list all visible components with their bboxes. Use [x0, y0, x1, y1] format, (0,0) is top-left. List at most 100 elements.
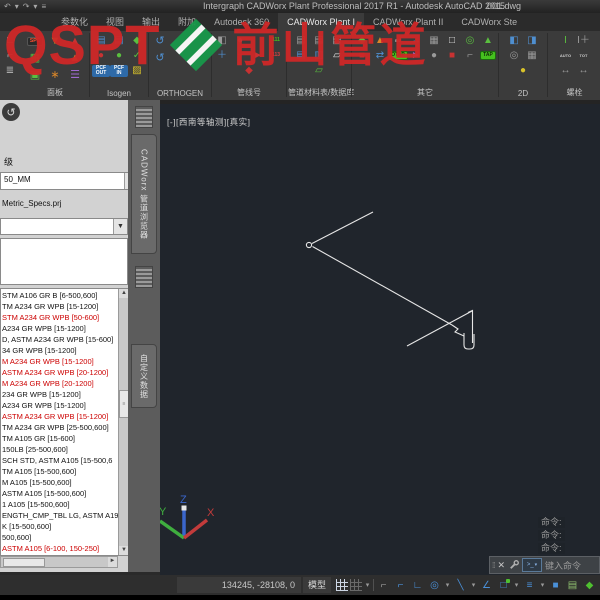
stop-light-icon[interactable]: ●: [92, 48, 110, 63]
sliders-icon[interactable]: ☰: [65, 67, 85, 84]
description-box[interactable]: [0, 238, 128, 285]
ortho-icon[interactable]: ∟: [410, 578, 425, 593]
edit-doc-icon[interactable]: ▱: [328, 48, 346, 63]
spec-list-item[interactable]: 234 GR WPB [15-1200]: [2, 389, 118, 400]
isogen-map-icon[interactable]: ◆: [128, 33, 146, 48]
spec-list-item[interactable]: ASTM A234 GR WPB [20-1200]: [2, 367, 118, 378]
spec-list-item[interactable]: STM A234 GR WPB [50-600]: [2, 312, 118, 323]
go-light-icon[interactable]: ●: [110, 48, 128, 63]
spec-list-item[interactable]: ENGTH_CMP_TBL LG, ASTM A193: [2, 510, 118, 521]
spec-list-item[interactable]: K [15-500,600]: [2, 521, 118, 532]
spec-list-item[interactable]: SCH STD, ASTM A105 [15-500,6: [2, 455, 118, 466]
tab-addins[interactable]: 附加: [169, 13, 205, 31]
model-space-button[interactable]: 模型: [303, 577, 332, 593]
tab-cadworx-plant-1[interactable]: CADWorx Plant I: [278, 13, 364, 31]
spec-list-item[interactable]: ASTM A105 [15-500,600]: [2, 488, 118, 499]
isogen-file2-icon[interactable]: ▤: [110, 33, 128, 48]
spec-list-item[interactable]: 34 GR WPB [15-1200]: [2, 345, 118, 356]
tab-output[interactable]: 输出: [133, 13, 169, 31]
redo-dropdown-icon[interactable]: ▾: [33, 0, 37, 13]
isometric-drafting-icon[interactable]: ╲: [453, 578, 468, 593]
add-line-icon[interactable]: ＋: [213, 48, 231, 63]
chevron-down-icon[interactable]: ▾: [513, 578, 520, 593]
spec-list-item[interactable]: TM A234 GR WPB [15-1200]: [2, 301, 118, 312]
pcf-out-icon[interactable]: PCF OUT: [92, 63, 110, 78]
redo-icon[interactable]: ↷: [23, 0, 30, 13]
figure-icon[interactable]: ▲: [371, 33, 389, 48]
cone-icon[interactable]: ▲: [65, 50, 85, 67]
hatch-icon[interactable]: ▦: [523, 48, 541, 63]
copy-2d-alt-icon[interactable]: ◨: [523, 33, 541, 48]
spec-dropdown[interactable]: 50_MM ▼: [0, 172, 139, 190]
bom-table-icon[interactable]: ▤: [292, 33, 310, 48]
target-icon[interactable]: ◎: [461, 33, 479, 48]
lineweight-icon[interactable]: ≡: [522, 578, 537, 593]
spec-list-item[interactable]: M A234 GR WPB [20-1200]: [2, 378, 118, 389]
dice-plus-icon[interactable]: ■: [353, 48, 371, 63]
bom-table3-icon[interactable]: ▤: [328, 33, 346, 48]
chevron-down-icon[interactable]: ▾: [470, 578, 477, 593]
tab-parametric[interactable]: 参数化: [52, 13, 97, 31]
object-snap-icon[interactable]: ◎: [427, 578, 442, 593]
flag-icon[interactable]: ►: [249, 48, 267, 63]
line-tag-icon[interactable]: ◧: [213, 33, 231, 48]
line-dot-icon[interactable]: ●: [231, 33, 249, 48]
printer-icon[interactable]: ▦: [425, 33, 443, 48]
db-export-icon[interactable]: ▥: [310, 48, 328, 63]
tab-custom-data[interactable]: 自定义数据: [131, 344, 157, 408]
tab-view[interactable]: 视图: [97, 13, 133, 31]
gizmo-icon[interactable]: ◆: [582, 578, 597, 593]
bolt-length-icon[interactable]: ↔: [557, 63, 575, 78]
equipment-icon[interactable]: ▣: [25, 67, 45, 84]
filter-icon[interactable]: ▼: [45, 33, 65, 50]
spec-list-hscrollbar[interactable]: ►: [0, 556, 118, 568]
spec-list-item[interactable]: D, ASTM A234 GR WPB [15-600]: [2, 334, 118, 345]
bom-table2-icon[interactable]: ▤: [310, 33, 328, 48]
spec-list-item[interactable]: ASTM A234 GR WPB [15-1200]: [2, 411, 118, 422]
pcf-in-icon[interactable]: PCF IN: [110, 63, 128, 78]
spec-list-item[interactable]: ASTM A105 [6-100, 150-250]: [2, 543, 118, 554]
iso-style-icon[interactable]: ▨: [128, 63, 146, 78]
selection-cycling-icon[interactable]: ▤: [565, 578, 580, 593]
bom-export-icon[interactable]: ▤: [292, 48, 310, 63]
drag-handle-icon[interactable]: ⁞⁞: [492, 561, 496, 570]
line-diamond-icon[interactable]: ◆: [240, 63, 258, 78]
chevron-down-icon[interactable]: ▼: [113, 219, 127, 234]
command-input-placeholder[interactable]: 键入命令: [545, 559, 581, 572]
transparency-icon[interactable]: ■: [548, 578, 563, 593]
bolt-total-icon[interactable]: TOT: [575, 48, 593, 63]
spec-list-item[interactable]: TM A105 GR [15-600]: [2, 433, 118, 444]
chevron-down-icon[interactable]: ▾: [444, 578, 451, 593]
secondary-dropdown[interactable]: ▼: [0, 218, 128, 235]
command-line-bar[interactable]: ⁞⁞ ✕ >_ ▾ 键入命令: [489, 556, 600, 574]
tab-cadworx-plant-2[interactable]: CADWorx Plant II: [364, 13, 452, 31]
doc-out-icon[interactable]: ▱: [310, 63, 328, 78]
hscrollbar-thumb[interactable]: [3, 558, 45, 567]
list-icon[interactable]: ≣: [6, 65, 14, 76]
component-table-icon[interactable]: ▦: [25, 50, 45, 67]
tap-icon[interactable]: TAP: [479, 48, 497, 63]
spec-list-item[interactable]: 500,600]: [2, 532, 118, 543]
spec-list-item[interactable]: TM A105 [15-500,600]: [2, 466, 118, 477]
bolt-auto-icon[interactable]: AUTO: [557, 48, 575, 63]
eye-icon[interactable]: ◎: [505, 48, 523, 63]
close-icon[interactable]: ✕: [497, 560, 505, 571]
orthogen-create-icon[interactable]: ↺: [150, 50, 170, 67]
bolt-gap-icon[interactable]: ↔: [575, 63, 593, 78]
joint-icon[interactable]: ⌐: [461, 48, 479, 63]
copy-2d-icon[interactable]: ◧: [505, 33, 523, 48]
isogen-file-icon[interactable]: ▤: [92, 33, 110, 48]
spec-list-item[interactable]: M A234 GR WPB [15-1200]: [2, 356, 118, 367]
chevron-down-icon[interactable]: ▾: [539, 578, 546, 593]
osnap-3d-icon[interactable]: □: [496, 578, 511, 593]
spec-list-item[interactable]: 150LB [25-500,600]: [2, 444, 118, 455]
chevron-down-icon[interactable]: ▾: [364, 578, 371, 593]
spec-list-item[interactable]: TM A234 GR WPB [25-500,600]: [2, 422, 118, 433]
grid-display-icon[interactable]: [336, 579, 348, 591]
signal-light-icon[interactable]: ●: [45, 50, 65, 67]
undo-dropdown-icon[interactable]: ▾: [15, 0, 19, 13]
pin-icon[interactable]: ◆: [353, 33, 371, 48]
snap-mode-icon[interactable]: [350, 579, 362, 591]
palette-properties-icon[interactable]: [135, 106, 153, 128]
spec-list-item[interactable]: 1 A105 [15-500,600]: [2, 499, 118, 510]
